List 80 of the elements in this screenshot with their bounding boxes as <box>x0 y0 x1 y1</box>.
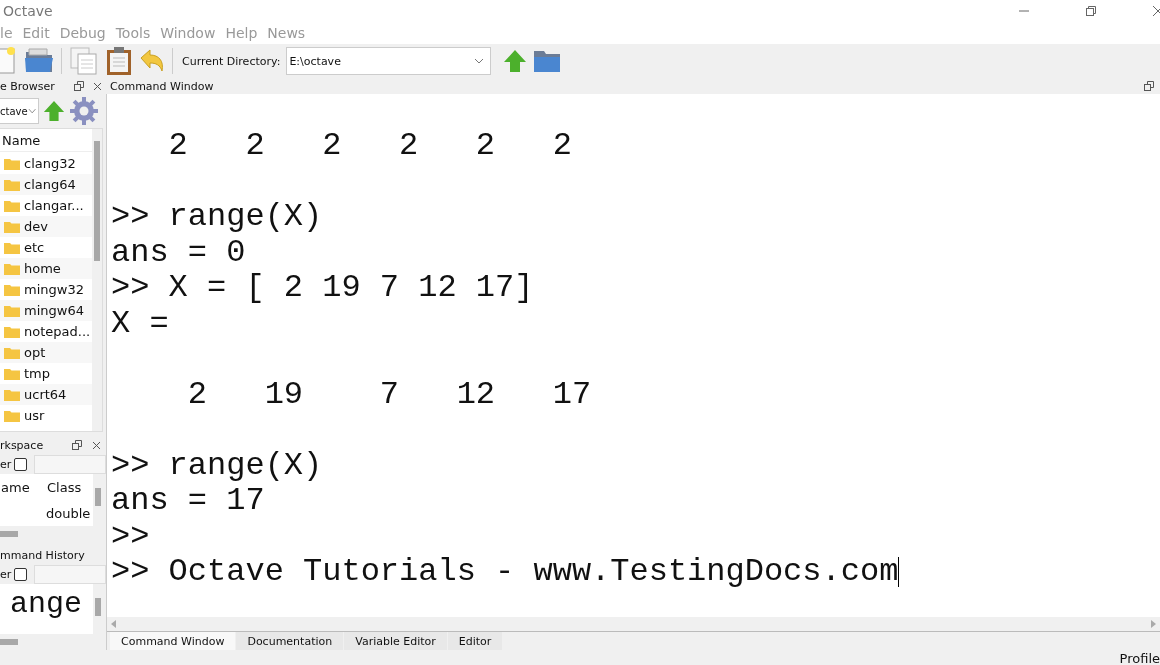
console-line: ans = 0 <box>111 234 246 270</box>
panel-title: Command Window <box>110 79 214 93</box>
file-name[interactable]: dev <box>24 219 48 234</box>
folder-icon <box>4 199 20 212</box>
filter-field[interactable] <box>34 564 106 584</box>
copy-icon[interactable] <box>69 46 99 76</box>
folder-icon <box>4 283 20 296</box>
console-line: ans = 17 <box>111 483 265 519</box>
undock-icon[interactable] <box>1144 81 1154 91</box>
console-line: 2 19 7 12 17 <box>186 376 592 412</box>
new-file-icon[interactable] <box>0 47 18 75</box>
up-arrow-icon[interactable] <box>43 100 65 122</box>
tab[interactable]: Documentation <box>236 632 345 650</box>
file-name[interactable]: clang32 <box>24 156 76 171</box>
close-icon[interactable] <box>93 81 102 91</box>
filter-label: er <box>0 457 12 471</box>
undock-icon[interactable] <box>74 81 84 91</box>
file-name[interactable]: opt <box>24 345 46 360</box>
folder-icon <box>4 157 20 170</box>
text-cursor <box>898 556 900 587</box>
file-name[interactable]: usr <box>24 408 45 423</box>
scrollbar[interactable] <box>0 639 18 645</box>
filter-label: er <box>0 567 12 581</box>
scroll-right-icon[interactable] <box>1150 620 1156 629</box>
caret-icon[interactable] <box>27 108 36 114</box>
tab[interactable]: Editor <box>447 632 504 650</box>
file-name[interactable]: mingw32 <box>24 282 84 297</box>
caret-icon[interactable] <box>474 58 485 64</box>
folder-icon[interactable] <box>533 49 562 73</box>
status-text: Profile <box>1119 652 1160 665</box>
folder-icon <box>4 178 20 191</box>
folder-icon <box>4 325 20 338</box>
column-header[interactable]: Class <box>46 479 93 495</box>
console-line: >> range(X) <box>111 447 323 483</box>
console-line: 2 2 2 2 2 2 <box>167 128 572 164</box>
folder-icon <box>4 367 20 380</box>
scrollbar[interactable] <box>92 129 102 432</box>
scrollbar[interactable] <box>0 531 18 538</box>
directory-label: Current Directory: <box>182 54 281 68</box>
console-line: X = <box>111 305 169 341</box>
scroll-left-icon[interactable] <box>111 620 117 629</box>
close-icon[interactable] <box>92 440 101 450</box>
panel-title: rkspace <box>0 438 44 452</box>
tab[interactable]: Command Window <box>110 632 237 650</box>
directory-field[interactable]: E:\octave <box>286 47 492 75</box>
file-name[interactable]: notepad... <box>24 324 91 339</box>
console-line: >> range(X) <box>111 199 323 235</box>
file-name[interactable]: etc <box>24 240 45 255</box>
folder-icon <box>4 346 20 359</box>
folder-icon <box>4 241 20 254</box>
path-field[interactable]: ctave <box>0 98 39 124</box>
scrollbar[interactable] <box>93 584 103 635</box>
scrollbar[interactable] <box>93 474 103 527</box>
window-title: Octave <box>3 3 53 19</box>
undock-icon[interactable] <box>72 440 82 451</box>
filter-field[interactable] <box>34 454 106 474</box>
console-line: >> <box>111 518 150 554</box>
folder-icon <box>4 388 20 401</box>
restore-icon[interactable] <box>1085 5 1097 17</box>
file-name[interactable]: tmp <box>24 366 50 381</box>
filter-checkbox[interactable] <box>14 457 28 471</box>
table-cell-text: double <box>46 505 92 521</box>
undo-icon[interactable] <box>139 48 165 74</box>
tab[interactable]: Variable Editor <box>344 632 448 650</box>
file-name[interactable]: clangar... <box>24 198 84 213</box>
command-text: >> Octave Tutorials - www.TestingDocs.com <box>111 554 899 590</box>
paste-icon[interactable] <box>105 46 133 76</box>
settings-icon[interactable] <box>69 96 99 126</box>
command-window[interactable]: 2 2 2 2 2 2 >> range(X) ans = 0 >> X = [ 2 19 7 12 17] X = 2 19 7 12 17 >> range(X) ans = 17 >> >> Octave Tutorials - www.TestingDocs.com <box>107 94 1160 618</box>
folder-icon <box>4 220 20 233</box>
up-arrow-icon[interactable] <box>503 49 528 73</box>
panel-title: mmand History <box>0 548 85 562</box>
filter-checkbox[interactable] <box>14 567 28 581</box>
column-header[interactable]: ame <box>0 479 46 495</box>
folder-icon <box>4 409 20 422</box>
folder-icon <box>4 262 20 275</box>
folder-icon <box>4 304 20 317</box>
open-folder-icon[interactable] <box>24 48 54 74</box>
panel-title: e Browser <box>0 79 56 93</box>
console-line: >> X = [ 2 19 7 12 17] <box>111 270 534 306</box>
